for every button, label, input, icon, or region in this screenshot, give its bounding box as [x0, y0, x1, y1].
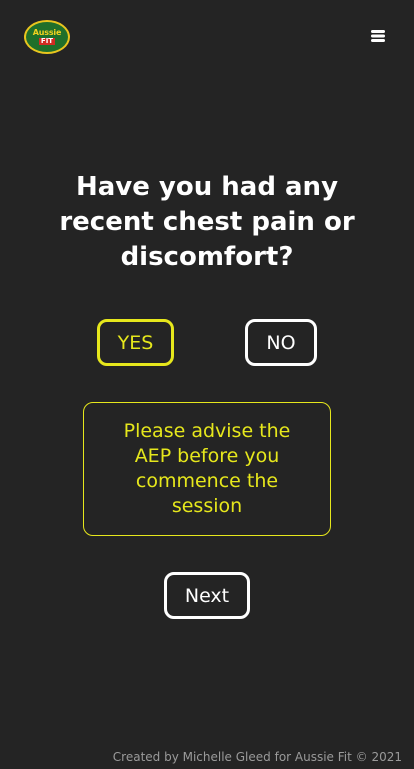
logo-text-fit: FIT [38, 37, 56, 45]
page: Aussie FIT Have you had any recent chest… [0, 0, 414, 769]
advice-message: Please advise the AEP before you commenc… [83, 402, 331, 536]
logo-text-aussie: Aussie [32, 28, 62, 37]
yes-button[interactable]: YES [97, 319, 174, 366]
advice-text: Please advise the AEP before you commenc… [123, 420, 291, 517]
question-heading: Have you had any recent chest pain or di… [59, 172, 355, 272]
footer-credit: Created by Michelle Gleed for Aussie Fit… [112, 750, 402, 764]
aussie-fit-logo[interactable]: Aussie FIT [24, 20, 70, 54]
hamburger-menu-icon[interactable] [371, 29, 385, 43]
next-button[interactable]: Next [164, 572, 250, 619]
no-button[interactable]: NO [245, 319, 317, 366]
